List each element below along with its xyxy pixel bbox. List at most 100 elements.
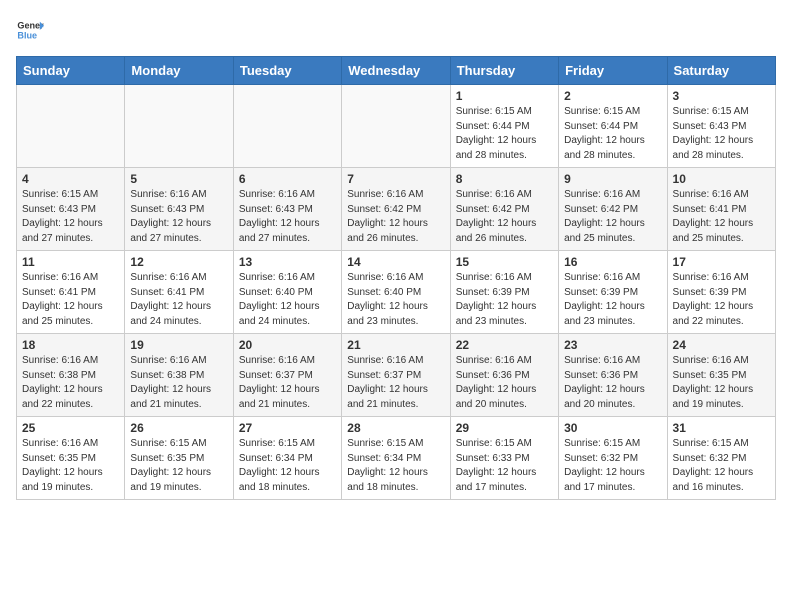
- day-number: 18: [22, 338, 119, 352]
- calendar-cell: 14 Sunrise: 6:16 AM Sunset: 6:40 PM Dayli…: [342, 251, 450, 334]
- day-number: 19: [130, 338, 227, 352]
- day-info: Sunrise: 6:16 AM Sunset: 6:39 PM Dayligh…: [673, 271, 770, 329]
- calendar-cell: 16 Sunrise: 6:16 AM Sunset: 6:39 PM Dayli…: [559, 251, 667, 334]
- day-number: 28: [347, 421, 444, 435]
- calendar-cell: 20 Sunrise: 6:16 AM Sunset: 6:37 PM Dayli…: [233, 334, 341, 417]
- day-info: Sunrise: 6:16 AM Sunset: 6:40 PM Dayligh…: [239, 271, 336, 329]
- calendar-cell: 22 Sunrise: 6:16 AM Sunset: 6:36 PM Dayli…: [450, 334, 558, 417]
- day-info: Sunrise: 6:16 AM Sunset: 6:41 PM Dayligh…: [22, 271, 119, 329]
- calendar-cell: 11 Sunrise: 6:16 AM Sunset: 6:41 PM Dayli…: [17, 251, 125, 334]
- calendar-cell: 4 Sunrise: 6:15 AM Sunset: 6:43 PM Daylig…: [17, 168, 125, 251]
- day-info: Sunrise: 6:15 AM Sunset: 6:34 PM Dayligh…: [239, 437, 336, 495]
- calendar-cell: 30 Sunrise: 6:15 AM Sunset: 6:32 PM Dayli…: [559, 417, 667, 500]
- calendar-cell: 25 Sunrise: 6:16 AM Sunset: 6:35 PM Dayli…: [17, 417, 125, 500]
- calendar-cell: 17 Sunrise: 6:16 AM Sunset: 6:39 PM Dayli…: [667, 251, 775, 334]
- day-number: 16: [564, 255, 661, 269]
- day-number: 30: [564, 421, 661, 435]
- calendar-cell: 24 Sunrise: 6:16 AM Sunset: 6:35 PM Dayli…: [667, 334, 775, 417]
- calendar-cell: 18 Sunrise: 6:16 AM Sunset: 6:38 PM Dayli…: [17, 334, 125, 417]
- calendar-cell: [342, 85, 450, 168]
- calendar-cell: [233, 85, 341, 168]
- calendar-cell: 27 Sunrise: 6:15 AM Sunset: 6:34 PM Dayli…: [233, 417, 341, 500]
- day-info: Sunrise: 6:16 AM Sunset: 6:39 PM Dayligh…: [456, 271, 553, 329]
- day-info: Sunrise: 6:15 AM Sunset: 6:43 PM Dayligh…: [22, 188, 119, 246]
- day-number: 3: [673, 89, 770, 103]
- weekday-header: Tuesday: [233, 57, 341, 85]
- day-number: 12: [130, 255, 227, 269]
- weekday-header: Sunday: [17, 57, 125, 85]
- calendar-cell: 28 Sunrise: 6:15 AM Sunset: 6:34 PM Dayli…: [342, 417, 450, 500]
- day-info: Sunrise: 6:16 AM Sunset: 6:40 PM Dayligh…: [347, 271, 444, 329]
- day-number: 13: [239, 255, 336, 269]
- day-number: 15: [456, 255, 553, 269]
- calendar-cell: 12 Sunrise: 6:16 AM Sunset: 6:41 PM Dayli…: [125, 251, 233, 334]
- calendar-week: 18 Sunrise: 6:16 AM Sunset: 6:38 PM Dayli…: [17, 334, 776, 417]
- day-info: Sunrise: 6:16 AM Sunset: 6:43 PM Dayligh…: [130, 188, 227, 246]
- calendar-week: 11 Sunrise: 6:16 AM Sunset: 6:41 PM Dayli…: [17, 251, 776, 334]
- day-number: 20: [239, 338, 336, 352]
- calendar-week: 1 Sunrise: 6:15 AM Sunset: 6:44 PM Daylig…: [17, 85, 776, 168]
- day-number: 17: [673, 255, 770, 269]
- calendar-cell: 2Sunrise: 6:15 AM Sunset: 6:44 PM Daylig…: [559, 85, 667, 168]
- day-info: Sunrise: 6:16 AM Sunset: 6:35 PM Dayligh…: [673, 354, 770, 412]
- calendar-week: 25 Sunrise: 6:16 AM Sunset: 6:35 PM Dayli…: [17, 417, 776, 500]
- day-number: 29: [456, 421, 553, 435]
- calendar-cell: 21 Sunrise: 6:16 AM Sunset: 6:37 PM Dayli…: [342, 334, 450, 417]
- calendar-cell: 29Sunrise: 6:15 AM Sunset: 6:33 PM Dayli…: [450, 417, 558, 500]
- day-number: 1: [456, 89, 553, 103]
- calendar-cell: 6 Sunrise: 6:16 AM Sunset: 6:43 PM Daylig…: [233, 168, 341, 251]
- day-info: Sunrise: 6:16 AM Sunset: 6:42 PM Dayligh…: [564, 188, 661, 246]
- calendar-cell: 8 Sunrise: 6:16 AM Sunset: 6:42 PM Daylig…: [450, 168, 558, 251]
- day-number: 4: [22, 172, 119, 186]
- day-number: 10: [673, 172, 770, 186]
- calendar-cell: 7 Sunrise: 6:16 AM Sunset: 6:42 PM Daylig…: [342, 168, 450, 251]
- day-info: Sunrise: 6:16 AM Sunset: 6:42 PM Dayligh…: [456, 188, 553, 246]
- day-info: Sunrise: 6:16 AM Sunset: 6:38 PM Dayligh…: [22, 354, 119, 412]
- day-number: 21: [347, 338, 444, 352]
- calendar-cell: 31Sunrise: 6:15 AM Sunset: 6:32 PM Dayli…: [667, 417, 775, 500]
- day-info: Sunrise: 6:16 AM Sunset: 6:41 PM Dayligh…: [130, 271, 227, 329]
- day-info: Sunrise: 6:16 AM Sunset: 6:35 PM Dayligh…: [22, 437, 119, 495]
- day-number: 25: [22, 421, 119, 435]
- day-info: Sunrise: 6:16 AM Sunset: 6:43 PM Dayligh…: [239, 188, 336, 246]
- day-info: Sunrise: 6:15 AM Sunset: 6:35 PM Dayligh…: [130, 437, 227, 495]
- logo-icon: General Blue: [16, 16, 44, 44]
- day-number: 22: [456, 338, 553, 352]
- day-info: Sunrise: 6:16 AM Sunset: 6:41 PM Dayligh…: [673, 188, 770, 246]
- weekday-header: Friday: [559, 57, 667, 85]
- calendar-cell: 13 Sunrise: 6:16 AM Sunset: 6:40 PM Dayli…: [233, 251, 341, 334]
- calendar-cell: 26Sunrise: 6:15 AM Sunset: 6:35 PM Dayli…: [125, 417, 233, 500]
- day-number: 14: [347, 255, 444, 269]
- calendar-cell: 10 Sunrise: 6:16 AM Sunset: 6:41 PM Dayli…: [667, 168, 775, 251]
- calendar-cell: 15 Sunrise: 6:16 AM Sunset: 6:39 PM Dayli…: [450, 251, 558, 334]
- day-info: Sunrise: 6:15 AM Sunset: 6:43 PM Dayligh…: [673, 105, 770, 163]
- day-number: 8: [456, 172, 553, 186]
- weekday-header: Thursday: [450, 57, 558, 85]
- day-info: Sunrise: 6:15 AM Sunset: 6:32 PM Dayligh…: [673, 437, 770, 495]
- day-info: Sunrise: 6:16 AM Sunset: 6:39 PM Dayligh…: [564, 271, 661, 329]
- weekday-header: Monday: [125, 57, 233, 85]
- day-info: Sunrise: 6:16 AM Sunset: 6:36 PM Dayligh…: [456, 354, 553, 412]
- day-info: Sunrise: 6:16 AM Sunset: 6:36 PM Dayligh…: [564, 354, 661, 412]
- calendar-cell: 9 Sunrise: 6:16 AM Sunset: 6:42 PM Daylig…: [559, 168, 667, 251]
- day-info: Sunrise: 6:15 AM Sunset: 6:34 PM Dayligh…: [347, 437, 444, 495]
- day-info: Sunrise: 6:16 AM Sunset: 6:37 PM Dayligh…: [239, 354, 336, 412]
- calendar-table: SundayMondayTuesdayWednesdayThursdayFrid…: [16, 56, 776, 500]
- day-info: Sunrise: 6:16 AM Sunset: 6:37 PM Dayligh…: [347, 354, 444, 412]
- logo: General Blue: [16, 16, 48, 44]
- day-number: 7: [347, 172, 444, 186]
- day-number: 27: [239, 421, 336, 435]
- svg-text:Blue: Blue: [17, 30, 37, 40]
- page-header: General Blue: [16, 16, 776, 44]
- day-number: 9: [564, 172, 661, 186]
- calendar-cell: [17, 85, 125, 168]
- day-number: 11: [22, 255, 119, 269]
- day-number: 2: [564, 89, 661, 103]
- day-info: Sunrise: 6:15 AM Sunset: 6:32 PM Dayligh…: [564, 437, 661, 495]
- day-number: 23: [564, 338, 661, 352]
- day-number: 24: [673, 338, 770, 352]
- day-info: Sunrise: 6:15 AM Sunset: 6:44 PM Dayligh…: [456, 105, 553, 163]
- calendar-cell: 19Sunrise: 6:16 AM Sunset: 6:38 PM Dayli…: [125, 334, 233, 417]
- day-info: Sunrise: 6:16 AM Sunset: 6:42 PM Dayligh…: [347, 188, 444, 246]
- day-number: 6: [239, 172, 336, 186]
